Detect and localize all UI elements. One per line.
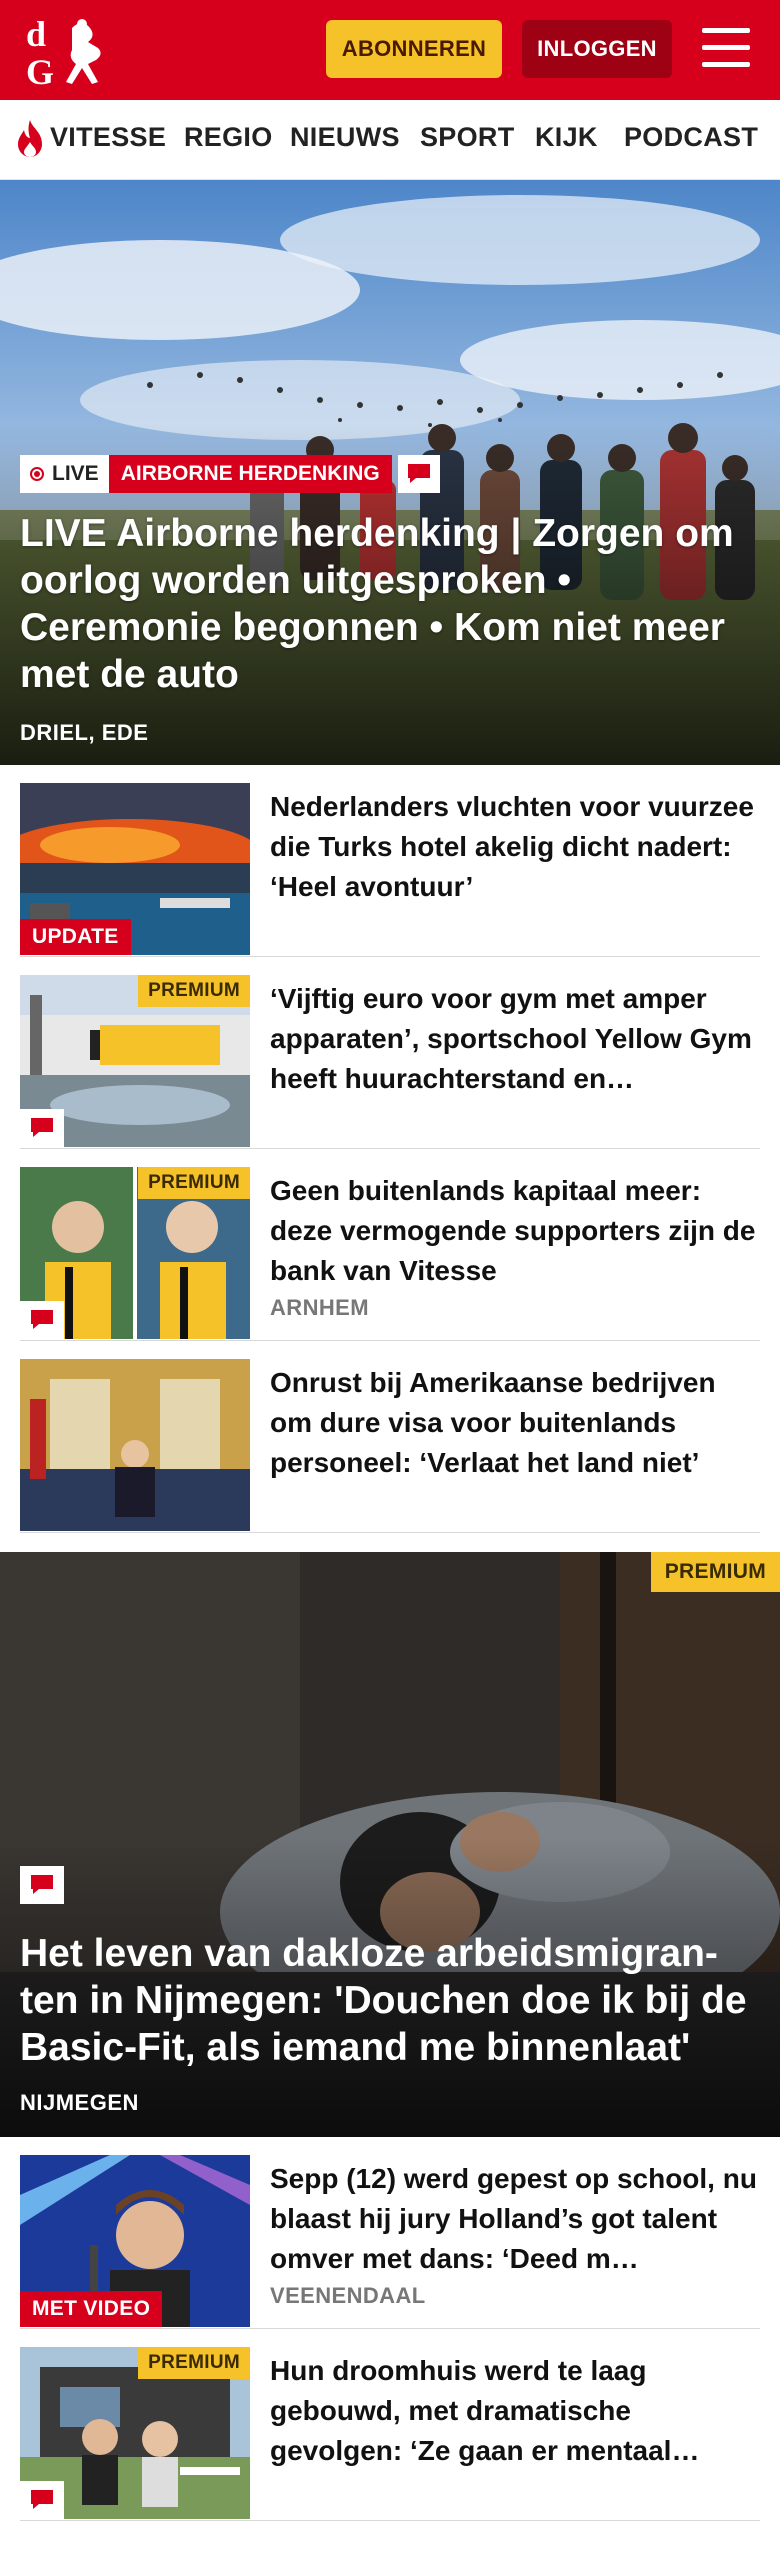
list-item[interactable]: PREMIUM Hun droomhuis werd te laag gebou… bbox=[20, 2329, 760, 2521]
site-header: d G ABONNEREN INLOGGEN bbox=[0, 0, 780, 100]
nav-item-vitesse[interactable]: VITESSE bbox=[50, 122, 166, 153]
svg-text:d: d bbox=[26, 14, 46, 54]
brand-logo[interactable]: d G bbox=[24, 14, 116, 88]
video-badge: MET VIDEO bbox=[20, 2291, 163, 2327]
nav-item-podcast[interactable]: PODCAST bbox=[624, 122, 758, 153]
hero-location: DRIEL, EDE bbox=[20, 720, 149, 745]
article-thumbnail bbox=[20, 1359, 250, 1531]
nav-item-nieuws[interactable]: NIEUWS bbox=[290, 122, 400, 153]
subscribe-button[interactable]: ABONNEREN bbox=[326, 20, 502, 78]
article-headline[interactable]: Geen buitenlands kapitaal meer: deze ver… bbox=[270, 1171, 760, 1291]
comment-icon bbox=[20, 1301, 64, 1339]
list-item[interactable]: PREMIUM Geen buitenlands kapitaal meer: … bbox=[20, 1149, 760, 1341]
article-thumbnail: PREMIUM bbox=[20, 1167, 250, 1339]
list-item[interactable]: UPDATE Nederlanders vluchten voor vuurze… bbox=[20, 765, 760, 957]
article-headline[interactable]: Nederlanders vluchten voor vuurzee die T… bbox=[270, 787, 760, 907]
premium-badge: PREMIUM bbox=[650, 1552, 780, 1592]
comment-icon bbox=[397, 455, 440, 493]
article-thumbnail: MET VIDEO bbox=[20, 2155, 250, 2327]
hero-tags: LIVE AIRBORNE HERDENKING bbox=[20, 455, 440, 493]
list-item[interactable]: PREMIUM ‘Vijftig euro voor gym met amper… bbox=[20, 957, 760, 1149]
live-badge: LIVE bbox=[20, 455, 109, 493]
article-headline[interactable]: ‘Vijftig euro voor gym met amper apparat… bbox=[270, 979, 760, 1099]
comment-icon bbox=[20, 1109, 64, 1147]
premium-badge: PREMIUM bbox=[138, 975, 250, 1007]
nav-item-kijk[interactable]: KIJK bbox=[535, 122, 598, 153]
update-badge: UPDATE bbox=[20, 919, 131, 955]
article-location: ARNHEM bbox=[270, 1295, 369, 1320]
nav-item-sport[interactable]: SPORT bbox=[420, 122, 515, 153]
feature-location: NIJMEGEN bbox=[20, 2090, 139, 2115]
list-item[interactable]: Onrust bij Amerikaanse bedrijven om dure… bbox=[20, 1341, 760, 1533]
article-headline[interactable]: Onrust bij Amerikaanse bedrijven om dure… bbox=[270, 1363, 760, 1483]
feature-article[interactable]: PREMIUM Het leven van dakloze arbeidsmig… bbox=[0, 1552, 780, 2137]
article-location: VEENENDAAL bbox=[270, 2283, 426, 2308]
menu-icon[interactable] bbox=[700, 24, 754, 72]
comment-icon bbox=[20, 2481, 64, 2519]
list-item[interactable]: MET VIDEO Sepp (12) werd gepest op schoo… bbox=[20, 2137, 760, 2329]
article-headline[interactable]: Sepp (12) werd gepest op school, nu blaa… bbox=[270, 2159, 760, 2279]
flame-icon bbox=[18, 120, 42, 157]
article-thumbnail: UPDATE bbox=[20, 783, 250, 955]
login-button[interactable]: INLOGGEN bbox=[522, 20, 672, 78]
main-nav: VITESSE REGIO NIEUWS SPORT KIJK PODCAST bbox=[0, 100, 780, 180]
premium-badge: PREMIUM bbox=[138, 2347, 250, 2379]
nav-item-regio[interactable]: REGIO bbox=[184, 122, 273, 153]
hero-article[interactable]: LIVE AIRBORNE HERDENKING LIVE Airborne h… bbox=[0, 180, 780, 765]
feature-headline[interactable]: Het leven van dakloze arbeidsmigran-ten … bbox=[20, 1930, 770, 2071]
article-thumbnail: PREMIUM bbox=[20, 975, 250, 1147]
topic-badge[interactable]: AIRBORNE HERDENKING bbox=[108, 455, 392, 493]
live-dot-icon bbox=[30, 467, 44, 481]
article-headline[interactable]: Hun droomhuis werd te laag gebouwd, met … bbox=[270, 2351, 760, 2471]
svg-text:G: G bbox=[26, 52, 54, 88]
hero-headline[interactable]: LIVE Airborne herdenking | Zorgen om oor… bbox=[20, 510, 770, 698]
premium-badge: PREMIUM bbox=[138, 1167, 250, 1199]
article-thumbnail: PREMIUM bbox=[20, 2347, 250, 2519]
comment-icon bbox=[20, 1866, 64, 1904]
